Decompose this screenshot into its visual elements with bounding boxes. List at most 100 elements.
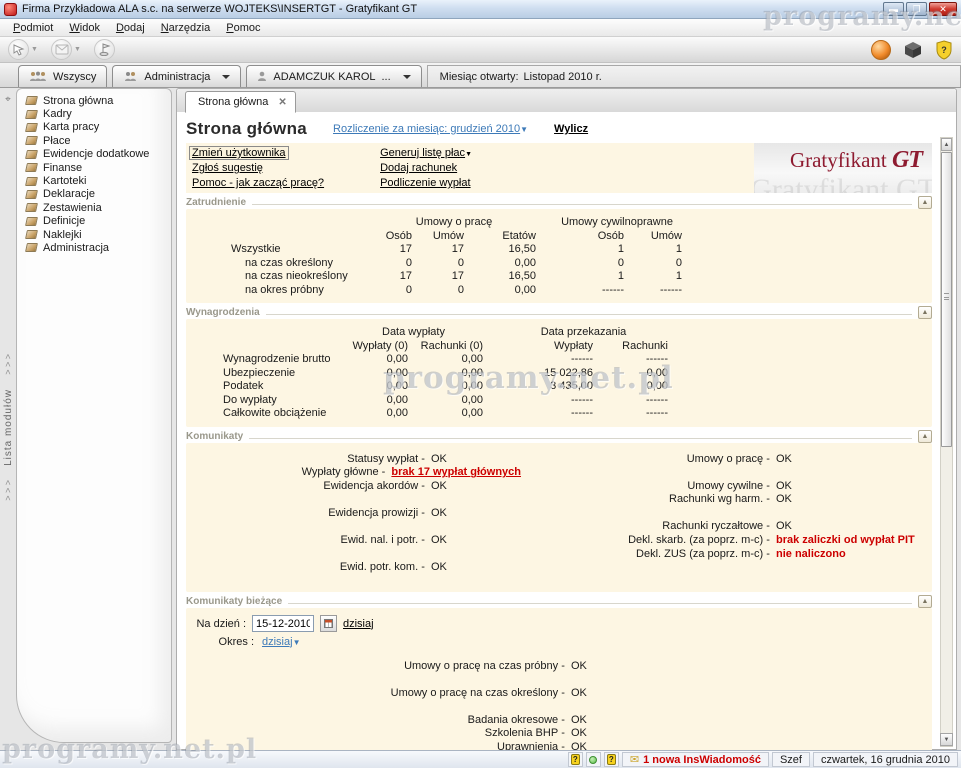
sidebar-item[interactable]: Karta pracy <box>17 121 171 134</box>
status-label: Umowy o pracę <box>521 453 776 467</box>
cell-value: ------ <box>491 407 601 421</box>
scroll-down-arrow[interactable]: ▼ <box>940 733 953 746</box>
sidebar-item[interactable]: Ewidencje dodatkowe <box>17 148 171 161</box>
tab-strona-glowna[interactable]: Strona główna ✕ <box>185 91 296 113</box>
status-value: OK <box>571 727 587 741</box>
cell-value: 0 <box>364 257 420 271</box>
quick-link[interactable]: Pomoc - jak zacząć pracę? <box>190 177 326 189</box>
row-label: Ubezpieczenie <box>186 367 336 381</box>
current-messages-section: Na dzień : dzisiaj Okres : dzisiaj Umowy… <box>186 608 932 752</box>
status-label: Badania okresowe <box>186 714 571 728</box>
minimize-button[interactable]: ▬ <box>883 2 904 16</box>
row-label: na czas określony <box>186 257 364 271</box>
sidebar-item[interactable]: Kartoteki <box>17 174 171 187</box>
cell-value: 0 <box>420 284 472 298</box>
vertical-scrollbar[interactable]: ▲ ▼ <box>940 137 953 747</box>
help-shield-icon[interactable]: ? <box>935 40 953 60</box>
collapse-section-button[interactable]: ▲ <box>918 595 932 608</box>
pointer-dropdown-arrow[interactable]: ▼ <box>31 46 41 53</box>
collapse-section-button[interactable]: ▲ <box>918 430 932 443</box>
sidebar-item-label: Finanse <box>43 162 82 174</box>
settlement-month-link[interactable]: Rozliczenie za miesiąc: grudzień 2010 <box>333 123 528 135</box>
insmessage-text[interactable]: 1 nowa InsWiadomość <box>643 754 761 766</box>
module-list-strip[interactable]: ⌖ > > > Lista modułów > > > <box>0 88 16 750</box>
calendar-button[interactable] <box>320 615 337 632</box>
tab-more[interactable]: ... <box>382 71 391 83</box>
cell-value: 0 <box>364 284 420 298</box>
cell-value: 0,00 <box>336 353 416 367</box>
today-link[interactable]: dzisiaj <box>343 618 374 630</box>
help-status-button[interactable]: ? <box>604 752 619 767</box>
sidebar-item[interactable]: Kadry <box>17 107 171 120</box>
cell-value: ------ <box>632 284 690 298</box>
sidebar-item[interactable]: Naklejki <box>17 228 171 241</box>
status-row <box>186 520 521 534</box>
cell-value: ------ <box>544 284 632 298</box>
flag-tool-button[interactable] <box>94 39 115 60</box>
row-label: na okres próbny <box>186 284 364 298</box>
collapse-section-button[interactable]: ▲ <box>918 196 932 209</box>
sidebar-item[interactable]: Definicje <box>17 215 171 228</box>
insert-sphere-icon[interactable] <box>871 40 891 60</box>
sidebar-item[interactable]: Finanse <box>17 161 171 174</box>
chevron-down-icon[interactable] <box>222 75 230 79</box>
quick-link[interactable]: Dodaj rachunek <box>378 162 459 174</box>
status-value: OK <box>431 480 447 494</box>
logo-banner: Gratyfikant GT Gratyfikant GT <box>754 143 932 193</box>
close-tab-icon[interactable]: ✕ <box>278 97 286 108</box>
sidebar-item[interactable]: Zestawienia <box>17 201 171 214</box>
menu-item[interactable]: Dodaj <box>109 21 152 35</box>
tab-all-employees[interactable]: Wszyscy <box>18 65 107 87</box>
flag-icon <box>98 43 111 56</box>
status-label: Rachunki ryczałtowe <box>521 520 776 534</box>
status-value: OK <box>776 453 792 467</box>
status-value: OK <box>431 453 447 467</box>
cell-value: ------ <box>601 394 676 408</box>
menu-item[interactable]: Podmiot <box>6 21 60 35</box>
sidebar-item[interactable]: Płace <box>17 134 171 147</box>
compute-link[interactable]: Wylicz <box>554 123 588 135</box>
tab-employee-adamczuk[interactable]: ADAMCZUK KAROL ... <box>246 65 421 87</box>
cube-icon[interactable] <box>903 40 923 60</box>
pin-icon[interactable]: ⌖ <box>5 94 11 105</box>
quick-link[interactable]: Podliczenie wypłat <box>378 177 473 189</box>
sidebar-item[interactable]: Deklaracje <box>17 188 171 201</box>
sidebar-item[interactable]: Strona główna <box>17 94 171 107</box>
pointer-tool-button[interactable] <box>8 39 29 60</box>
connection-status <box>586 752 601 767</box>
insmessage-notice[interactable]: ✉ 1 nowa InsWiadomość <box>622 752 769 767</box>
status-value: OK <box>431 534 447 548</box>
menu-item[interactable]: Narzędzia <box>154 21 218 35</box>
module-icon <box>25 96 38 105</box>
scroll-up-arrow[interactable]: ▲ <box>941 138 952 151</box>
restore-button[interactable]: ❐ <box>906 2 927 16</box>
quick-link[interactable]: Zmień użytkownika <box>190 147 288 159</box>
message-tool-button[interactable] <box>51 39 72 60</box>
menu-item[interactable]: Pomoc <box>219 21 267 35</box>
scrollbar-thumb[interactable] <box>941 152 952 447</box>
menu-item[interactable]: Widok <box>62 21 107 35</box>
section-divider <box>252 204 912 205</box>
sidebar-item[interactable]: Administracja <box>17 241 171 254</box>
status-row <box>186 673 932 687</box>
window-title: Firma Przykładowa ALA s.c. na serwerze W… <box>22 3 878 15</box>
message-dropdown-arrow[interactable]: ▼ <box>74 46 84 53</box>
current-date: czwartek, 16 grudnia 2010 <box>813 752 958 767</box>
tab-administration[interactable]: Administracja <box>112 65 241 87</box>
gratyfikant-logo: Gratyfikant GT <box>790 147 922 174</box>
close-button[interactable]: ✕ <box>929 2 957 16</box>
help-status-button[interactable]: ? <box>568 752 583 767</box>
status-label: Dekl. ZUS (za poprz. m-c) <box>521 548 776 562</box>
cell-value: ------ <box>601 353 676 367</box>
pointer-icon <box>12 43 25 56</box>
quick-link[interactable]: Zgłoś sugestię <box>190 162 265 174</box>
collapse-section-button[interactable]: ▲ <box>918 306 932 319</box>
quick-link[interactable]: Generuj listę płac <box>378 147 474 159</box>
cell-value: 0,00 <box>336 380 416 394</box>
period-link[interactable]: dzisiaj <box>262 636 301 648</box>
chevron-down-icon[interactable] <box>403 75 411 79</box>
status-row <box>186 700 932 714</box>
status-row <box>521 507 931 521</box>
date-input[interactable] <box>252 615 314 632</box>
column-header: Umów <box>420 229 472 243</box>
